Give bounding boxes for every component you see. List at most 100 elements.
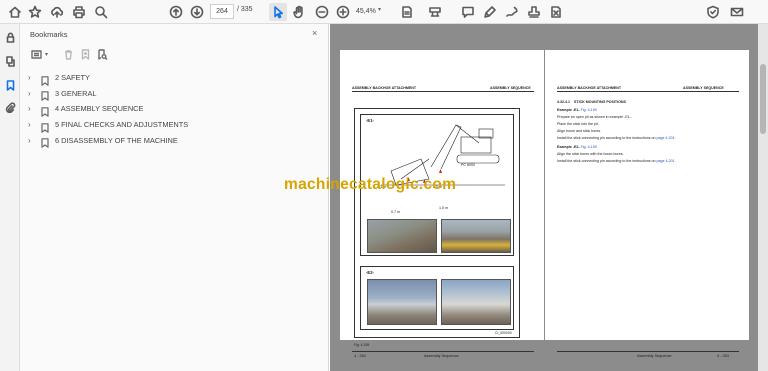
page-link[interactable]: page 4-201 — [656, 136, 674, 140]
model-label: PC 8000 — [461, 163, 475, 167]
chevron-right-icon[interactable]: › — [28, 104, 36, 113]
footer-title: Assembly Sequence — [424, 354, 459, 358]
section-title: STICK MOUNTING POSITIONS — [574, 100, 626, 104]
mail-icon[interactable] — [728, 3, 746, 21]
chevron-right-icon[interactable]: › — [28, 89, 36, 98]
bookmarks-panel: Bookmarks × ▾ › 2 SAFETY › 3 GENERAL › 4… — [20, 24, 329, 371]
page-header-right: ASSEMBLY SEQUENCE — [683, 86, 724, 90]
highlight-icon[interactable] — [481, 3, 499, 21]
page-number: 4 - 263 — [717, 354, 729, 358]
page-header-left: ASSEMBLY BACKHOE ATTACHMENT — [557, 86, 622, 90]
panel-title: Bookmarks — [30, 30, 68, 39]
bookmark-icon — [41, 88, 49, 102]
example-label: Example -E2- — [557, 145, 580, 149]
figure-caption: Fig. 4-159 — [354, 343, 370, 347]
fit-page-icon[interactable] — [398, 3, 416, 21]
vertical-scrollbar[interactable] — [758, 24, 768, 371]
figure-e2: -E2- — [360, 266, 514, 330]
page-down-icon[interactable] — [188, 3, 206, 21]
page-up-icon[interactable] — [167, 3, 185, 21]
chevron-down-icon[interactable]: ▾ — [378, 6, 381, 13]
page-header-left: ASSEMBLY BACKHOE ATTACHMENT — [352, 86, 417, 90]
bookmark-item[interactable]: › 5 FINAL CHECKS AND ADJUSTMENTS — [20, 117, 329, 133]
scroll-mode-icon[interactable] — [426, 3, 444, 21]
find-bookmark-icon[interactable] — [96, 48, 109, 61]
chevron-right-icon[interactable]: › — [28, 73, 36, 82]
protect-icon[interactable] — [704, 3, 722, 21]
attachment-icon[interactable] — [3, 100, 17, 114]
zoom-in-icon[interactable] — [334, 3, 352, 21]
upload-icon[interactable] — [48, 3, 66, 21]
page-number: 4 - 262 — [354, 354, 366, 358]
chevron-down-icon[interactable]: ▾ — [43, 48, 50, 61]
stamp-icon[interactable] — [525, 3, 543, 21]
figure-link[interactable]: Fig. 4-159 — [581, 145, 597, 149]
more-tools-icon[interactable] — [547, 3, 565, 21]
header-divider — [352, 91, 534, 92]
bookmark-icon — [41, 104, 49, 117]
bookmark-label: 5 FINAL CHECKS AND ADJUSTMENTS — [55, 120, 189, 130]
lock-icon[interactable] — [3, 30, 17, 44]
instruction-line: Install the stick connecting pin accordi… — [557, 136, 676, 140]
instruction-line: Place the stick into the pit. — [557, 122, 599, 126]
instruction-text: Install the stick connecting pin accordi… — [557, 136, 656, 140]
dimension-label: 0.7 m — [391, 210, 400, 214]
bookmark-item[interactable]: › 3 GENERAL — [20, 86, 329, 102]
dimension-label: 1.0 m — [439, 206, 448, 210]
draw-icon[interactable] — [503, 3, 521, 21]
header-divider — [557, 91, 739, 92]
footer-divider — [352, 351, 534, 352]
hand-icon[interactable] — [290, 3, 308, 21]
photo-stick-in-pit — [441, 219, 511, 253]
bookmark-label: 3 GENERAL — [55, 88, 97, 98]
star-icon[interactable] — [26, 3, 44, 21]
instruction-text: Install the stick connecting pin accordi… — [557, 159, 656, 163]
add-bookmark-icon[interactable] — [79, 48, 92, 61]
comment-icon[interactable] — [459, 3, 477, 21]
chevron-right-icon[interactable]: › — [28, 136, 36, 145]
bookmark-label: 2 SAFETY — [55, 73, 90, 83]
scrollbar-thumb[interactable] — [760, 64, 766, 134]
delete-bookmark-icon[interactable] — [62, 48, 75, 61]
photo-boom-alignment — [367, 279, 437, 325]
figure-code: CI_000000 — [495, 331, 512, 335]
example-e2-heading: Example -E2- Fig. 4-159 — [557, 145, 597, 149]
bookmark-item[interactable]: › 6 DISASSEMBLY OF THE MACHINE — [20, 132, 329, 148]
close-icon[interactable]: × — [312, 28, 317, 38]
footer-title: Assembly Sequence — [637, 354, 672, 358]
pdf-page-left: ASSEMBLY BACKHOE ATTACHMENT ASSEMBLY SEQ… — [340, 50, 544, 358]
instruction-line: Align the stick bores with the boom bore… — [557, 152, 624, 156]
bookmark-options-icon[interactable] — [30, 48, 43, 61]
bookmark-panel-icon[interactable] — [3, 78, 17, 92]
page-link[interactable]: page 4-201 — [656, 159, 674, 163]
photo-pit — [367, 219, 437, 253]
footer-divider — [557, 351, 739, 352]
bookmark-icon — [41, 135, 49, 148]
zoom-out-icon[interactable] — [313, 3, 331, 21]
bookmark-icon — [41, 120, 49, 133]
figure-link[interactable]: Fig. 4-159 — [581, 108, 597, 112]
main-toolbar: 264 / 335 45,4% ▾ — [0, 0, 768, 24]
watermark-text: machinecatalogic.com — [284, 176, 457, 193]
bookmark-icon — [41, 73, 49, 86]
page-total-label: / 335 — [237, 6, 253, 13]
document-viewport[interactable]: ASSEMBLY BACKHOE ATTACHMENT ASSEMBLY SEQ… — [330, 24, 768, 371]
bookmark-list: › 2 SAFETY › 3 GENERAL › 4 ASSEMBLY SEQU… — [20, 70, 329, 148]
bookmark-label: 6 DISASSEMBLY OF THE MACHINE — [55, 135, 178, 145]
bookmark-label: 4 ASSEMBLY SEQUENCE — [55, 104, 144, 114]
page-thumbnails-icon[interactable] — [3, 54, 17, 68]
zoom-search-icon[interactable] — [92, 3, 110, 21]
chevron-right-icon[interactable]: › — [28, 120, 36, 129]
print-icon[interactable] — [70, 3, 88, 21]
zoom-level-field[interactable]: 45,4% — [356, 4, 390, 19]
example-e1-heading: Example -E1- Fig. 4-159 — [557, 108, 597, 112]
pdf-page-right: ASSEMBLY BACKHOE ATTACHMENT ASSEMBLY SEQ… — [545, 50, 749, 358]
select-cursor-icon[interactable] — [269, 3, 287, 21]
bookmark-item[interactable]: › 2 SAFETY — [20, 70, 329, 86]
instruction-line: Install the stick connecting pin accordi… — [557, 159, 676, 163]
home-icon[interactable] — [6, 3, 24, 21]
page-number-input[interactable]: 264 — [210, 4, 234, 19]
section-heading: 4.32.4.1 STICK MOUNTING POSITIONS — [557, 100, 626, 104]
bookmark-item[interactable]: › 4 ASSEMBLY SEQUENCE — [20, 101, 329, 117]
bookmark-tools: ▾ — [28, 46, 128, 62]
